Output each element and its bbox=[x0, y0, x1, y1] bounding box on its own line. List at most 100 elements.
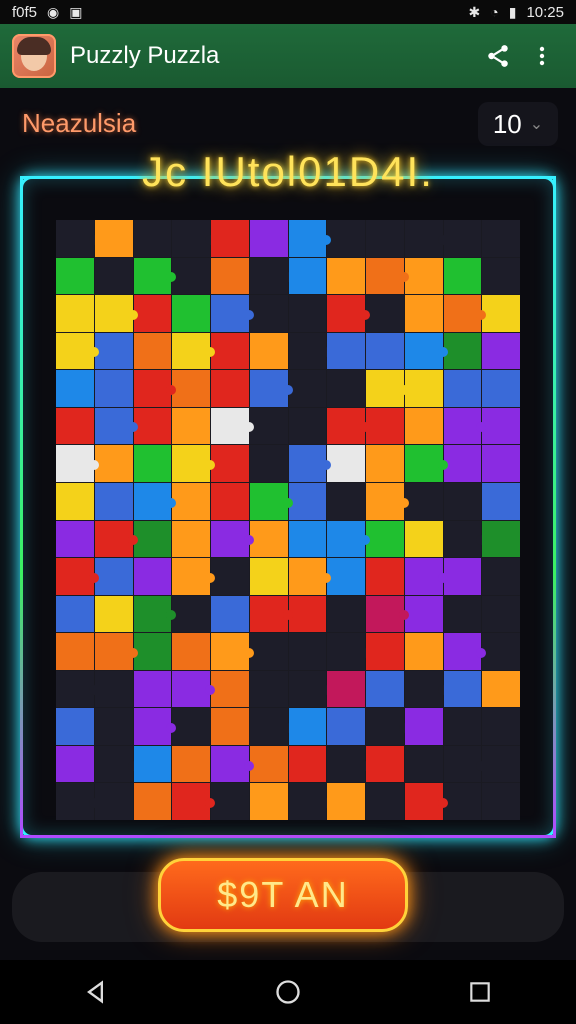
puzzle-piece[interactable] bbox=[327, 558, 365, 595]
start-button[interactable]: $9T AN bbox=[158, 858, 408, 932]
puzzle-piece[interactable] bbox=[56, 332, 99, 370]
puzzle-piece[interactable] bbox=[404, 295, 443, 332]
puzzle-piece[interactable] bbox=[288, 783, 331, 820]
puzzle-piece[interactable] bbox=[327, 708, 365, 745]
puzzle-piece[interactable] bbox=[482, 295, 520, 332]
puzzle-piece[interactable] bbox=[288, 257, 327, 295]
puzzle-piece[interactable] bbox=[211, 783, 249, 820]
puzzle-piece[interactable] bbox=[327, 332, 365, 370]
puzzle-piece[interactable] bbox=[327, 445, 365, 482]
puzzle-piece[interactable] bbox=[288, 708, 327, 745]
puzzle-piece[interactable] bbox=[172, 745, 210, 783]
puzzle-piece[interactable] bbox=[366, 633, 404, 670]
puzzle-piece[interactable] bbox=[249, 295, 288, 332]
puzzle-piece[interactable] bbox=[443, 332, 482, 370]
recents-button[interactable] bbox=[450, 962, 510, 1022]
puzzle-piece[interactable] bbox=[482, 407, 520, 445]
puzzle-piece[interactable] bbox=[249, 670, 288, 708]
puzzle-piece[interactable] bbox=[404, 783, 448, 820]
puzzle-piece[interactable] bbox=[404, 332, 448, 370]
puzzle-piece[interactable] bbox=[249, 595, 293, 633]
puzzle-piece[interactable] bbox=[327, 482, 365, 520]
puzzle-piece[interactable] bbox=[366, 745, 404, 783]
puzzle-piece[interactable] bbox=[443, 407, 486, 445]
puzzle-piece[interactable] bbox=[327, 745, 370, 783]
puzzle-piece[interactable] bbox=[443, 220, 482, 257]
puzzle-piece[interactable] bbox=[56, 407, 94, 445]
puzzle-piece[interactable] bbox=[288, 407, 327, 445]
puzzle-piece[interactable] bbox=[404, 708, 443, 745]
puzzle-piece[interactable] bbox=[133, 670, 172, 708]
puzzle-piece[interactable] bbox=[211, 745, 254, 783]
puzzle-piece[interactable] bbox=[366, 708, 409, 745]
puzzle-piece[interactable] bbox=[94, 407, 138, 445]
puzzle-piece[interactable] bbox=[288, 745, 327, 783]
puzzle-piece[interactable] bbox=[249, 257, 293, 295]
puzzle-piece[interactable] bbox=[443, 482, 482, 520]
puzzle-piece[interactable] bbox=[133, 745, 172, 783]
puzzle-piece[interactable] bbox=[404, 220, 448, 257]
puzzle-piece[interactable] bbox=[404, 670, 448, 708]
puzzle-piece[interactable] bbox=[366, 332, 404, 370]
puzzle-piece[interactable] bbox=[56, 445, 99, 482]
puzzle-piece[interactable] bbox=[56, 558, 99, 595]
puzzle-piece[interactable] bbox=[133, 220, 172, 257]
puzzle-piece[interactable] bbox=[366, 220, 404, 257]
puzzle-piece[interactable] bbox=[172, 445, 215, 482]
puzzle-piece[interactable] bbox=[133, 633, 172, 670]
puzzle-piece[interactable] bbox=[133, 257, 176, 295]
puzzle-piece[interactable] bbox=[443, 257, 482, 295]
puzzle-piece[interactable] bbox=[172, 633, 210, 670]
puzzle-piece[interactable] bbox=[327, 520, 370, 558]
puzzle-piece[interactable] bbox=[249, 745, 288, 783]
puzzle-piece[interactable] bbox=[94, 220, 133, 257]
puzzle-piece[interactable] bbox=[94, 670, 133, 708]
puzzle-piece[interactable] bbox=[56, 220, 99, 257]
puzzle-piece[interactable] bbox=[327, 633, 370, 670]
puzzle-piece[interactable] bbox=[482, 445, 520, 482]
puzzle-piece[interactable] bbox=[249, 520, 288, 558]
puzzle-piece[interactable] bbox=[443, 558, 482, 595]
puzzle-piece[interactable] bbox=[211, 520, 254, 558]
puzzle-piece[interactable] bbox=[133, 595, 176, 633]
puzzle-piece[interactable] bbox=[288, 332, 331, 370]
puzzle-piece[interactable] bbox=[404, 520, 443, 558]
puzzle-piece[interactable] bbox=[172, 332, 215, 370]
puzzle-piece[interactable] bbox=[404, 370, 443, 407]
puzzle-piece[interactable] bbox=[482, 370, 520, 407]
puzzle-piece[interactable] bbox=[172, 595, 210, 633]
puzzle-piece[interactable] bbox=[366, 558, 404, 595]
puzzle-piece[interactable] bbox=[443, 670, 482, 708]
puzzle-piece[interactable] bbox=[94, 708, 133, 745]
puzzle-piece[interactable] bbox=[211, 595, 249, 633]
puzzle-piece[interactable] bbox=[172, 670, 215, 708]
puzzle-grid[interactable] bbox=[56, 220, 520, 820]
puzzle-piece[interactable] bbox=[172, 558, 215, 595]
puzzle-piece[interactable] bbox=[288, 370, 327, 407]
puzzle-piece[interactable] bbox=[56, 633, 94, 670]
puzzle-piece[interactable] bbox=[482, 670, 520, 708]
puzzle-piece[interactable] bbox=[249, 482, 293, 520]
puzzle-piece[interactable] bbox=[172, 295, 210, 332]
puzzle-piece[interactable] bbox=[366, 595, 409, 633]
level-select[interactable]: 10 ⌄ bbox=[478, 102, 558, 146]
puzzle-piece[interactable] bbox=[249, 370, 293, 407]
puzzle-piece[interactable] bbox=[172, 407, 210, 445]
puzzle-piece[interactable] bbox=[172, 220, 215, 257]
puzzle-piece[interactable] bbox=[482, 482, 520, 520]
puzzle-piece[interactable] bbox=[443, 633, 486, 670]
puzzle-piece[interactable] bbox=[133, 558, 172, 595]
puzzle-piece[interactable] bbox=[443, 445, 482, 482]
puzzle-piece[interactable] bbox=[94, 445, 133, 482]
puzzle-piece[interactable] bbox=[288, 633, 327, 670]
home-button[interactable] bbox=[258, 962, 318, 1022]
puzzle-piece[interactable] bbox=[482, 558, 520, 595]
puzzle-piece[interactable] bbox=[443, 708, 482, 745]
puzzle-piece[interactable] bbox=[288, 670, 331, 708]
puzzle-piece[interactable] bbox=[366, 670, 404, 708]
puzzle-piece[interactable] bbox=[94, 370, 133, 407]
puzzle-piece[interactable] bbox=[133, 445, 172, 482]
more-options-button[interactable] bbox=[520, 34, 564, 78]
puzzle-piece[interactable] bbox=[249, 445, 288, 482]
puzzle-piece[interactable] bbox=[327, 370, 365, 407]
